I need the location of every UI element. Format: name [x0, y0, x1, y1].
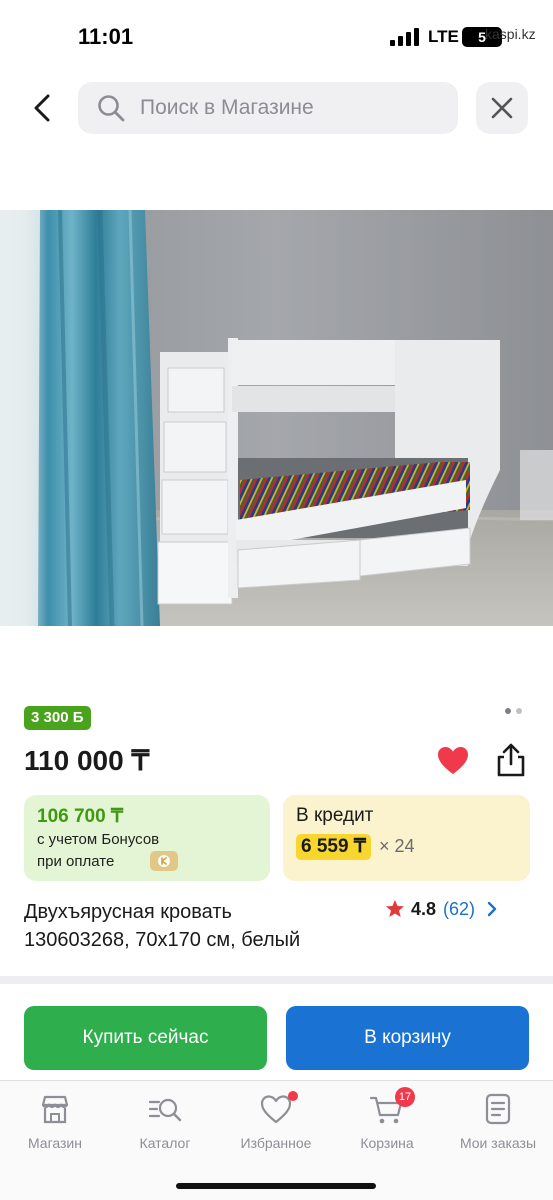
back-button[interactable] — [22, 88, 62, 128]
status-bar: 11:01 LTE 5 kaspi.kz — [0, 0, 553, 70]
tab-label: Каталог — [139, 1135, 191, 1151]
image-pagination — [505, 708, 522, 714]
star-icon — [386, 900, 404, 917]
tab-label: Корзина — [360, 1135, 414, 1151]
search-input[interactable]: Поиск в Магазине — [78, 82, 458, 134]
share-icon — [497, 743, 525, 777]
cart-icon: 17 — [369, 1087, 415, 1127]
credit-card[interactable]: В кредит 6 559 ₸ × 24 — [283, 795, 530, 881]
pagination-dot — [505, 708, 511, 714]
product-title: Двухъярусная кровать 130603268, 70x170 с… — [24, 898, 374, 954]
tab-orders[interactable]: Мои заказы — [443, 1091, 553, 1151]
rating-value: 4.8 — [411, 898, 437, 919]
share-button[interactable] — [494, 742, 528, 778]
review-count: (62) — [443, 898, 476, 919]
chevron-right-icon — [487, 901, 497, 917]
credit-title: В кредит — [296, 805, 374, 826]
tab-label: Избранное — [240, 1135, 312, 1151]
status-time: 11:01 — [78, 24, 134, 49]
notification-dot — [288, 1091, 298, 1101]
bottom-tab-bar: Магазин Каталог Избранное 17 Корзина Мои… — [0, 1080, 553, 1200]
tab-cart[interactable]: 17 Корзина — [332, 1087, 442, 1151]
credit-monthly-amount: 6 559 ₸ — [296, 834, 371, 860]
bonus-caption: с учетом Бонусов — [37, 831, 160, 848]
product-photo[interactable] — [0, 210, 553, 626]
tab-catalog[interactable]: Каталог — [110, 1091, 220, 1151]
search-placeholder: Поиск в Магазине — [140, 96, 314, 119]
buy-now-button[interactable]: Купить сейчас — [24, 1006, 267, 1070]
bunk-bed-photo — [0, 210, 553, 626]
close-icon — [491, 97, 513, 119]
orders-icon — [480, 1091, 516, 1127]
search-icon — [94, 91, 128, 125]
catalog-search-icon — [147, 1091, 183, 1127]
product-title-line: Двухъярусная кровать — [24, 901, 232, 923]
close-button[interactable] — [476, 82, 528, 134]
product-page: 11:01 LTE 5 kaspi.kz Поиск в Магазине 3 … — [0, 0, 553, 1200]
watermark: kaspi.kz — [485, 26, 536, 42]
add-to-cart-button[interactable]: В корзину — [286, 1006, 529, 1070]
section-divider — [0, 976, 553, 984]
bonus-caption-payment: при оплате — [37, 853, 115, 870]
product-price: 110 000 ₸ — [24, 745, 150, 776]
heart-outline-icon — [258, 1091, 298, 1127]
shop-icon — [37, 1091, 73, 1127]
kaspi-pay-icon — [150, 851, 178, 871]
bonus-price: 106 700 ₸ — [37, 806, 124, 827]
product-title-line: 130603268, 70x170 см, белый — [24, 929, 301, 951]
tab-favorites[interactable]: Избранное — [221, 1091, 331, 1151]
bonus-badge: 3 300 Б — [24, 706, 91, 730]
network-type: LTE — [428, 27, 459, 46]
chevron-left-icon — [34, 94, 50, 122]
tab-label: Магазин — [27, 1135, 82, 1151]
rating-link[interactable]: 4.8 (62) — [385, 898, 499, 920]
credit-months: × 24 — [379, 836, 415, 856]
favorite-button[interactable] — [436, 744, 470, 778]
cart-count-badge: 17 — [395, 1087, 415, 1107]
pagination-dot — [516, 708, 522, 714]
heart-filled-icon — [438, 747, 468, 774]
bonus-price-card[interactable]: 106 700 ₸ с учетом Бонусов при оплате — [24, 795, 270, 881]
home-indicator — [176, 1183, 376, 1189]
cellular-signal-icon — [390, 28, 419, 46]
tab-label: Мои заказы — [459, 1135, 537, 1151]
tab-shop[interactable]: Магазин — [0, 1091, 110, 1151]
